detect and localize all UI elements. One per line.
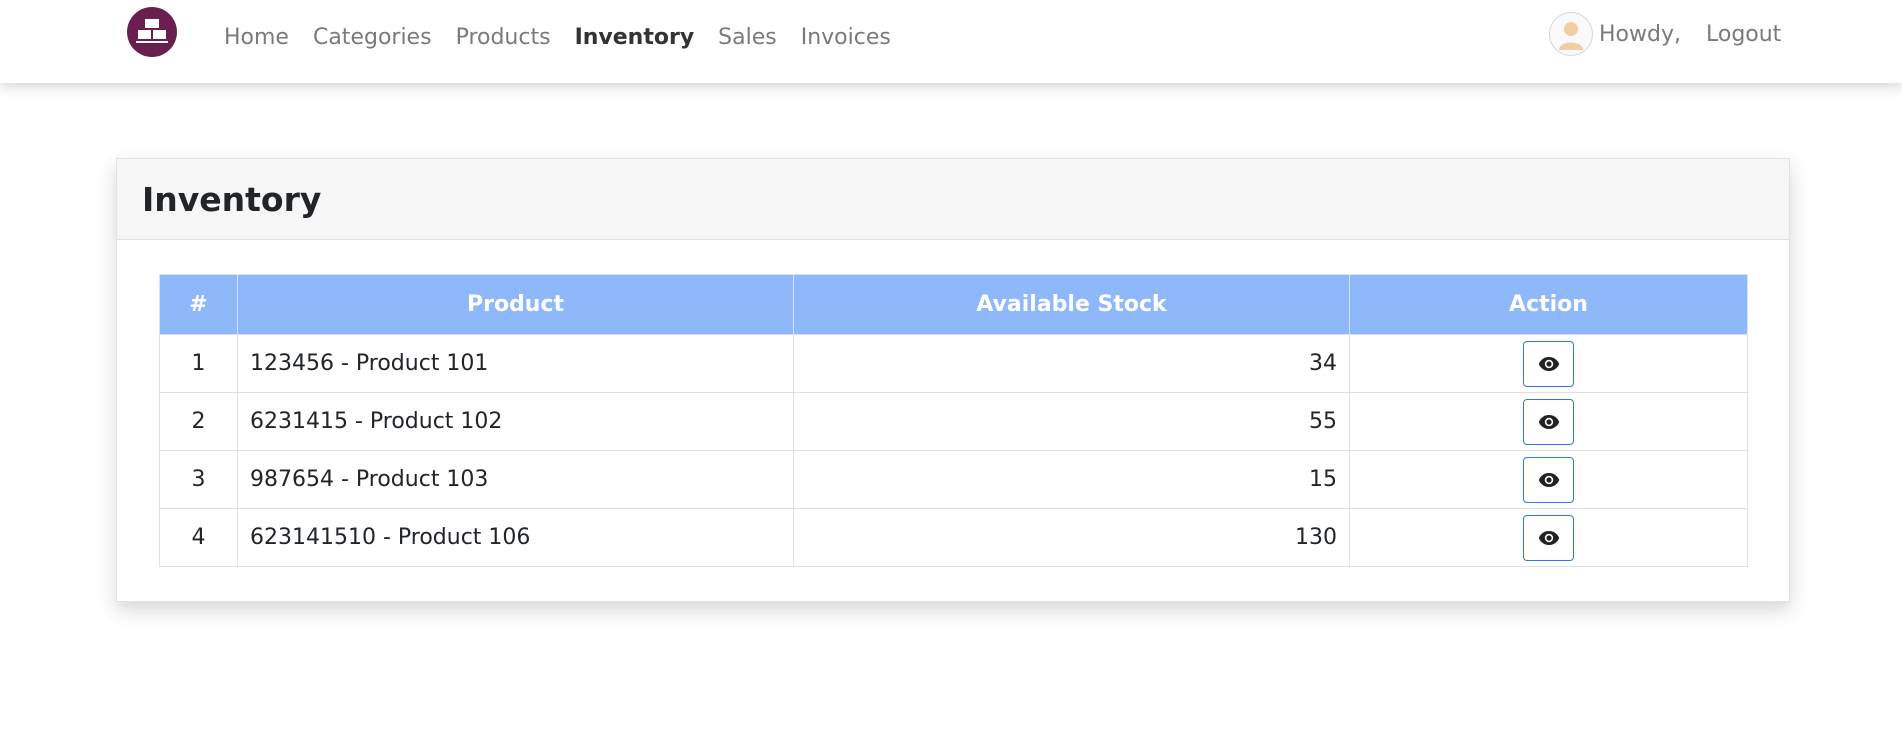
row-number: 4 <box>159 508 238 567</box>
greeting-text: Howdy, <box>1599 21 1681 47</box>
page-title: Inventory <box>142 179 322 219</box>
stock-cell: 55 <box>793 392 1350 451</box>
table-header-row: # Product Available Stock Action <box>159 274 1748 335</box>
card-header: Inventory <box>117 159 1789 240</box>
action-cell <box>1349 508 1748 567</box>
view-button[interactable] <box>1523 456 1574 503</box>
table-row: 2 6231415 - Product 102 55 <box>159 392 1748 451</box>
stock-cell: 15 <box>793 450 1350 509</box>
action-cell <box>1349 392 1748 451</box>
nav-link-invoices[interactable]: Invoices <box>801 25 891 50</box>
top-navbar: Home Categories Products Inventory Sales… <box>0 0 1902 83</box>
user-menu: Howdy, Logout <box>1549 12 1781 56</box>
nav-link-sales[interactable]: Sales <box>718 25 777 50</box>
action-cell <box>1349 450 1748 509</box>
view-button[interactable] <box>1523 340 1574 387</box>
product-cell: 6231415 - Product 102 <box>237 392 794 451</box>
column-header-number: # <box>159 274 238 335</box>
main-nav: Home Categories Products Inventory Sales… <box>224 21 915 53</box>
eye-icon <box>1538 472 1559 487</box>
row-number: 1 <box>159 334 238 393</box>
column-header-action: Action <box>1349 274 1748 335</box>
row-number: 2 <box>159 392 238 451</box>
logout-link[interactable]: Logout <box>1706 22 1781 47</box>
nav-link-categories[interactable]: Categories <box>313 25 432 50</box>
inventory-table: # Product Available Stock Action 1 12345… <box>159 274 1748 567</box>
eye-icon <box>1538 414 1559 429</box>
table-row: 1 123456 - Product 101 34 <box>159 334 1748 393</box>
product-cell: 123456 - Product 101 <box>237 334 794 393</box>
user-avatar-icon[interactable] <box>1549 12 1593 56</box>
product-cell: 623141510 - Product 106 <box>237 508 794 567</box>
stock-cell: 34 <box>793 334 1350 393</box>
column-header-product: Product <box>237 274 794 335</box>
view-button[interactable] <box>1523 398 1574 445</box>
eye-icon <box>1538 356 1559 371</box>
nav-link-home[interactable]: Home <box>224 25 289 50</box>
nav-link-products[interactable]: Products <box>456 25 551 50</box>
stock-cell: 130 <box>793 508 1350 567</box>
column-header-available-stock: Available Stock <box>793 274 1350 335</box>
warehouse-boxes-icon <box>136 19 168 43</box>
brand-logo[interactable] <box>127 7 177 57</box>
table-row: 3 987654 - Product 103 15 <box>159 450 1748 509</box>
table-row: 4 623141510 - Product 106 130 <box>159 508 1748 567</box>
view-button[interactable] <box>1523 514 1574 561</box>
inventory-card: Inventory # Product Available Stock Acti… <box>116 158 1790 602</box>
eye-icon <box>1538 530 1559 545</box>
product-cell: 987654 - Product 103 <box>237 450 794 509</box>
action-cell <box>1349 334 1748 393</box>
row-number: 3 <box>159 450 238 509</box>
nav-link-inventory[interactable]: Inventory <box>575 25 695 50</box>
